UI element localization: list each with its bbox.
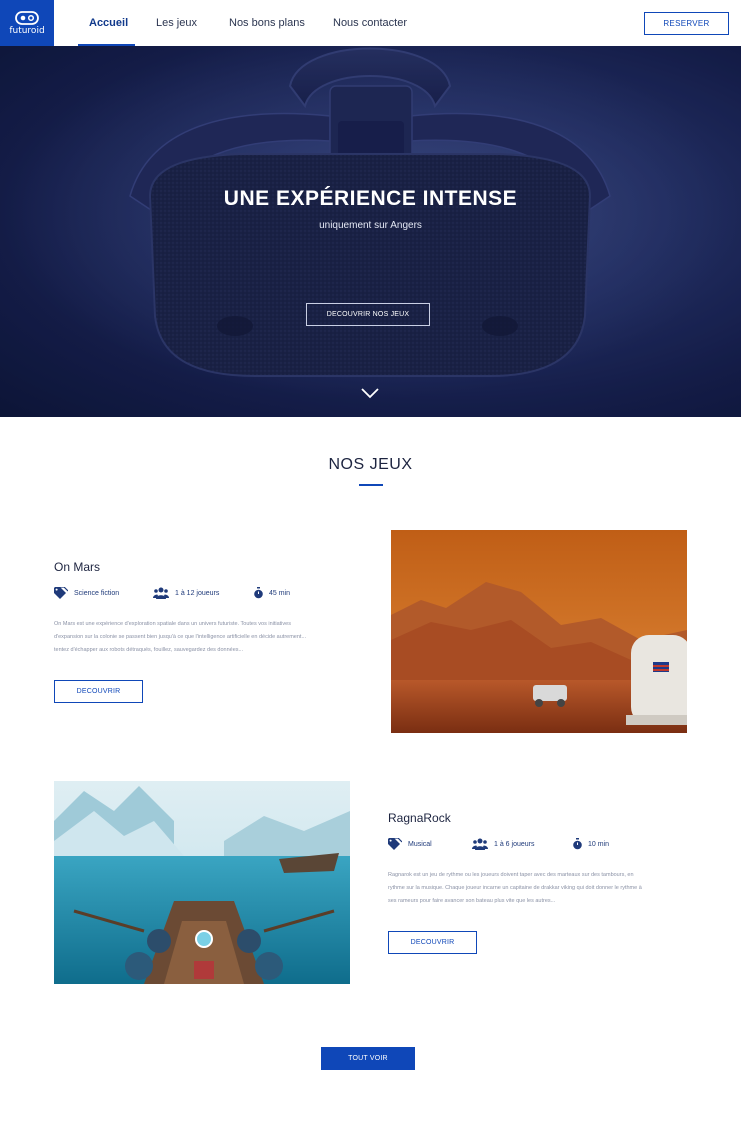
players-label: 1 à 12 joueurs [175,589,220,597]
game-title: On Mars [54,560,101,574]
ragnarock-game-image [54,781,350,984]
genre-label: Musical [408,840,432,848]
game-title: RagnaRock [388,811,451,825]
hero-banner: UNE EXPÉRIENCE INTENSE uniquement sur An… [0,46,741,417]
stopwatch-icon [573,838,582,850]
section-title-underline [359,484,383,486]
game-players: 1 à 12 joueurs [153,587,219,599]
nav-link-bons-plans[interactable]: Nos bons plans [229,0,305,46]
discover-games-button[interactable]: DECOUVRIR NOS JEUX [306,303,430,326]
game-description: On Mars est une expérience d'exploration… [54,618,354,656]
description-line: ses rameurs pour faire avancer son batea… [388,897,556,904]
users-icon [472,838,488,850]
vr-headset-image [0,46,741,417]
game-duration: 45 min [254,587,290,599]
active-nav-indicator [78,44,135,46]
description-line: tentez d'échapper aux robots détraqués, … [54,646,244,653]
genre-label: Science fiction [74,589,120,597]
description-line: Ragnarok est un jeu de rythme ou les jou… [388,872,634,878]
hero-subtitle: uniquement sur Angers [319,220,422,231]
logo[interactable]: futuroid [0,0,54,46]
users-icon [153,587,169,599]
nav-link-contact[interactable]: Nous contacter [333,0,407,46]
description-line: On Mars est une expérience d'exploration… [54,621,291,627]
tag-icon [54,587,68,599]
game-genre: Science fiction [54,587,119,599]
logo-text: futuroid [9,25,45,36]
game-duration: 10 min [573,838,609,850]
discover-game-button[interactable]: DECOUVRIR [388,931,477,954]
duration-label: 10 min [588,840,610,848]
chevron-down-icon[interactable] [360,387,380,399]
game-description: Ragnarok est un jeu de rythme ou les jou… [388,869,688,907]
game-genre: Musical [388,838,432,850]
mars-game-image [391,530,687,733]
discover-game-button[interactable]: DECOUVRIR [54,680,143,703]
players-label: 1 à 6 joueurs [494,840,535,848]
nav-link-accueil[interactable]: Accueil [89,0,128,46]
nav-link-les-jeux[interactable]: Les jeux [156,0,197,46]
description-line: rythme sur la musique. Chaque joueur inc… [388,884,642,891]
game-players: 1 à 6 joueurs [472,838,534,850]
reserve-button[interactable]: RESERVER [644,12,729,35]
tag-icon [388,838,402,850]
hero-title: UNE EXPÉRIENCE INTENSE [223,187,518,210]
see-all-button[interactable]: TOUT VOIR [321,1047,415,1070]
stopwatch-icon [254,587,263,599]
duration-label: 45 min [269,589,291,597]
description-line: d'expansion sur la colonie se passent bi… [54,633,307,640]
section-title: NOS JEUX [328,456,413,473]
vr-headset-logo-icon [15,10,39,25]
top-navbar: futuroid Accueil Les jeux Nos bons plans… [0,0,741,46]
